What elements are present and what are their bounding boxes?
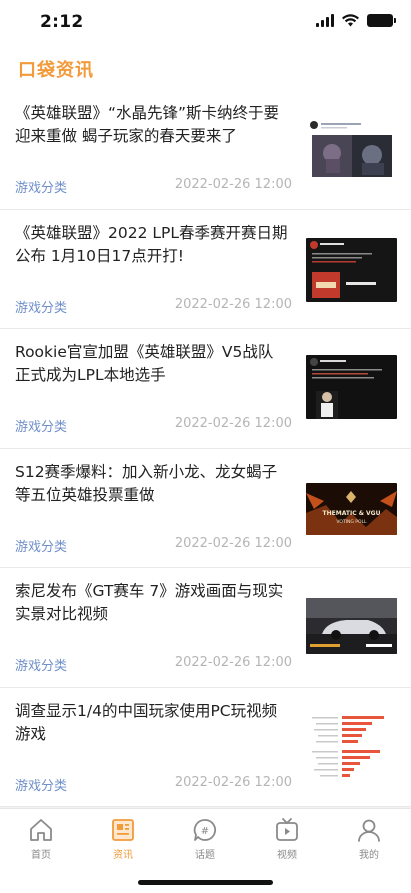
tab-label: 话题 xyxy=(195,850,215,861)
news-title: 《英雄联盟》2022 LPL春季赛开赛日期公布 1月10日17点开打! xyxy=(15,223,288,265)
news-thumbnail xyxy=(306,598,397,654)
news-item[interactable]: 索尼发布《GT赛车 7》游戏画面与现实实景对比视频 游戏分类 2022-02-2… xyxy=(0,568,411,688)
news-category[interactable]: 游戏分类 xyxy=(15,297,67,316)
news-category[interactable]: 游戏分类 xyxy=(15,655,67,674)
news-item[interactable]: S12赛季爆料：加入新小龙、龙女蝎子等五位英雄投票重做 游戏分类 2022-02… xyxy=(0,448,411,568)
news-date: 2022-02-26 12:00 xyxy=(174,535,292,551)
tab-home[interactable]: 首页 xyxy=(11,817,71,861)
news-category[interactable]: 游戏分类 xyxy=(15,416,67,435)
news-date: 2022-02-26 12:00 xyxy=(174,416,292,431)
home-icon xyxy=(30,819,52,841)
tab-news[interactable]: 资讯 xyxy=(93,817,153,861)
tab-topic[interactable]: # 话题 xyxy=(175,817,235,861)
tab-label: 首页 xyxy=(31,850,51,861)
video-icon xyxy=(276,818,298,841)
news-date: 2022-02-26 12:00 xyxy=(174,774,292,790)
home-indicator[interactable] xyxy=(138,880,273,885)
news-icon xyxy=(112,819,134,841)
news-title: Rookie官宣加盟《英雄联盟》V5战队 正式成为LPL本地选手 xyxy=(15,343,274,384)
news-category[interactable]: 游戏分类 xyxy=(15,536,67,555)
news-item[interactable]: 《英雄联盟》“水晶先锋”斯卡纳终于要迎来重做 蝎子玩家的春天要来了 游戏分类 2… xyxy=(0,90,411,210)
status-bar: 2:12 xyxy=(0,0,411,46)
status-time: 2:12 xyxy=(40,12,84,32)
news-thumbnail xyxy=(306,117,397,181)
bottom-tab-bar: 首页 资讯 # 话题 视频 我的 xyxy=(0,808,411,893)
news-title: 《英雄联盟》“水晶先锋”斯卡纳终于要迎来重做 蝎子玩家的春天要来了 xyxy=(15,104,280,145)
news-item[interactable]: 调查显示1/4的中国玩家使用PC玩视频游戏 游戏分类 2022-02-26 12… xyxy=(0,687,411,807)
news-date: 2022-02-26 12:00 xyxy=(174,655,292,670)
tab-label: 资讯 xyxy=(113,850,133,861)
page-header: 口袋资讯 xyxy=(0,46,411,90)
news-category[interactable]: 游戏分类 xyxy=(15,775,67,794)
news-title: 索尼发布《GT赛车 7》游戏画面与现实实景对比视频 xyxy=(15,582,284,623)
news-title: S12赛季爆料：加入新小龙、龙女蝎子等五位英雄投票重做 xyxy=(15,462,278,504)
news-list: 《英雄联盟》“水晶先锋”斯卡纳终于要迎来重做 蝎子玩家的春天要来了 游戏分类 2… xyxy=(0,90,411,807)
wifi-icon xyxy=(342,14,359,27)
battery-icon xyxy=(367,14,396,27)
news-title: 调查显示1/4的中国玩家使用PC玩视频游戏 xyxy=(15,701,278,743)
svg-text:#: # xyxy=(201,826,209,837)
news-thumbnail: THEMATIC & VGU VOTING POLL xyxy=(306,482,397,535)
tab-profile[interactable]: 我的 xyxy=(339,817,399,861)
news-date: 2022-02-26 12:00 xyxy=(174,296,292,312)
news-item[interactable]: 《英雄联盟》2022 LPL春季赛开赛日期公布 1月10日17点开打! 游戏分类… xyxy=(0,209,411,329)
tab-label: 我的 xyxy=(359,850,379,861)
news-thumbnail xyxy=(306,237,397,302)
news-item[interactable]: Rookie官宣加盟《英雄联盟》V5战队 正式成为LPL本地选手 游戏分类 20… xyxy=(0,329,411,449)
news-date: 2022-02-26 12:00 xyxy=(174,177,292,192)
news-thumbnail xyxy=(306,355,397,419)
tab-label: 视频 xyxy=(277,850,297,861)
topic-icon: # xyxy=(193,819,217,841)
status-icons xyxy=(316,14,396,27)
news-category[interactable]: 游戏分类 xyxy=(15,177,67,196)
page-title: 口袋资讯 xyxy=(18,60,94,81)
tab-video[interactable]: 视频 xyxy=(257,817,317,861)
thumbnail-caption-line2: VOTING POLL xyxy=(336,519,367,525)
news-thumbnail xyxy=(306,709,397,782)
profile-icon xyxy=(358,819,380,842)
thumbnail-caption-line1: THEMATIC & VGU xyxy=(323,510,381,517)
cellular-signal-icon xyxy=(316,14,334,27)
